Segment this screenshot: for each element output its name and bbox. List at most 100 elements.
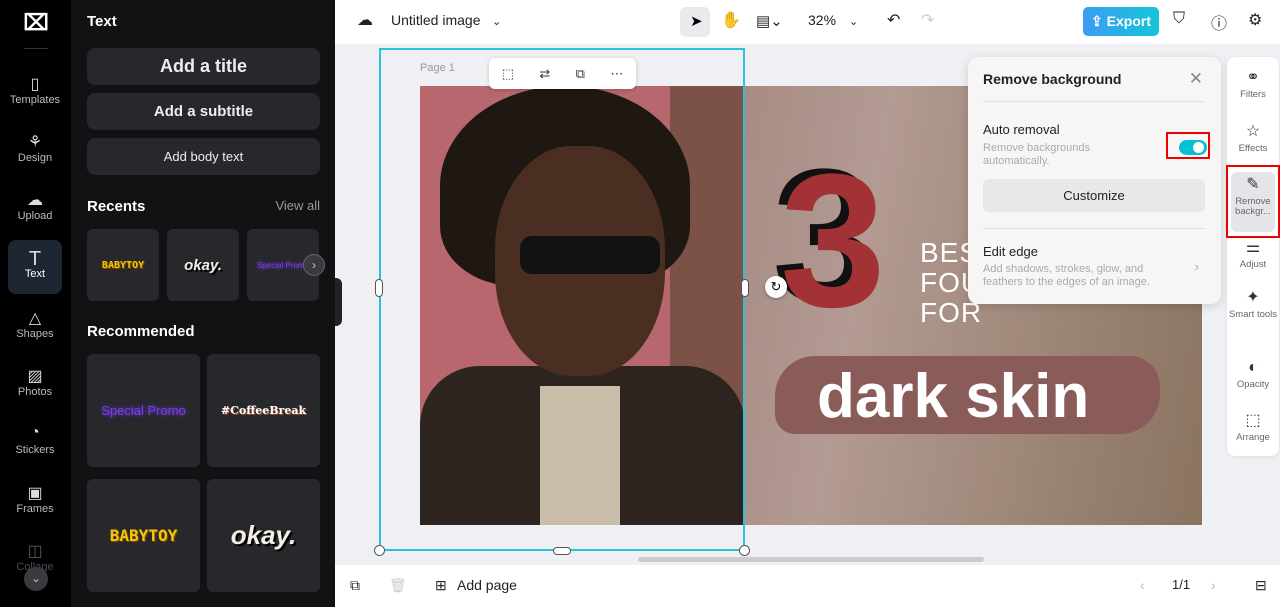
undo-icon[interactable]: ↶ [887, 10, 900, 30]
context-toolbar: ⬚ ⇄ ⧉ ⋯ [489, 58, 636, 89]
rail-item-design[interactable]: ⚘ Design [8, 124, 62, 178]
recommended-text-style[interactable]: Special Promo [87, 354, 200, 467]
panel-title: Text [87, 13, 117, 30]
expand-more-button[interactable]: ⌄ [24, 567, 48, 591]
redo-icon[interactable]: ↷ [921, 10, 934, 30]
horizontal-scrollbar[interactable] [638, 557, 984, 562]
style-preview: BABYTOY [109, 526, 178, 545]
tool-label: Opacity [1236, 379, 1270, 390]
tool-filters[interactable]: ⚭ Filters [1227, 69, 1279, 100]
templates-icon: ▯ [30, 76, 40, 93]
page-count: 1/1 [1172, 577, 1191, 592]
auto-removal-description: Remove backgrounds automatically. [983, 142, 1091, 167]
add-page-icon[interactable]: ⊞ [435, 577, 447, 594]
replace-icon[interactable]: ⇄ [539, 66, 550, 82]
add-page-button[interactable]: Add page [457, 577, 517, 593]
resize-handle[interactable] [375, 279, 383, 297]
rail-label: Upload [17, 210, 53, 222]
rail-item-stickers[interactable]: ◔ Stickers [8, 416, 62, 470]
document-title[interactable]: Untitled image [391, 12, 481, 28]
left-rail: ⌧ ▯ Templates ⚘ Design ☁ Upload T Text △ Shap… [0, 0, 71, 607]
settings-gear-icon[interactable]: ⚙ [1248, 10, 1262, 30]
rotate-handle-icon[interactable]: ↻ [765, 276, 787, 298]
export-button[interactable]: ⇪ Export [1083, 7, 1159, 36]
next-page-icon[interactable]: › [1211, 577, 1216, 593]
selection-box[interactable] [379, 48, 745, 551]
rail-item-frames[interactable]: ▣ Frames [8, 475, 62, 529]
edit-edge-description: Add shadows, strokes, glow, and feathers… [983, 263, 1150, 288]
style-preview: okay. [230, 520, 297, 550]
style-preview: Special Promo [257, 260, 310, 270]
view-all-link[interactable]: View all [275, 198, 320, 213]
shapes-icon: △ [28, 310, 42, 327]
style-preview: BABYTOY [101, 259, 145, 271]
select-tool-button[interactable]: ➤ [680, 7, 710, 37]
recent-text-style[interactable]: okay. [167, 229, 239, 301]
opacity-icon: ◐ [1248, 359, 1258, 376]
capcut-logo-icon[interactable]: ⌧ [22, 10, 50, 35]
resize-handle[interactable] [374, 545, 385, 556]
help-icon[interactable]: ⓘ [1211, 10, 1227, 34]
recommended-heading: Recommended [87, 323, 195, 340]
rail-item-upload[interactable]: ☁ Upload [8, 182, 62, 236]
design-headline[interactable]: dark skin [817, 361, 1089, 432]
zoom-level[interactable]: 32% [808, 12, 836, 28]
popup-title: Remove background [983, 71, 1122, 87]
shield-icon[interactable]: ⛉ [1173, 10, 1185, 28]
rail-item-shapes[interactable]: △ Shapes [8, 300, 62, 354]
rail-label: Stickers [15, 444, 55, 456]
remove-background-popup: Remove background ✕ Auto removal Remove … [968, 57, 1221, 304]
auto-removal-toggle[interactable] [1166, 132, 1210, 159]
rail-item-templates[interactable]: ▯ Templates [8, 66, 62, 120]
divider [983, 101, 1205, 102]
design-number[interactable]: 3 [780, 146, 886, 336]
tool-label: Arrange [1236, 432, 1270, 443]
pages-panel-icon[interactable]: ⊟ [1255, 577, 1267, 594]
previous-page-icon[interactable]: ‹ [1140, 577, 1145, 593]
tool-label: Smart tools [1228, 309, 1278, 320]
add-body-text-button[interactable]: Add body text [87, 138, 320, 175]
more-icon[interactable]: ⋯ [610, 66, 623, 82]
zoom-chevron-icon[interactable]: ⌄ [849, 15, 858, 28]
cloud-save-icon[interactable]: ☁ [357, 10, 373, 30]
tool-opacity[interactable]: ◐ Opacity [1227, 359, 1279, 390]
recents-next-button[interactable]: › [303, 254, 325, 276]
hand-tool-icon[interactable]: ✋ [721, 10, 741, 30]
add-title-button[interactable]: Add a title [87, 48, 320, 85]
rail-label: Templates [9, 94, 61, 106]
tool-smart-tools[interactable]: ✦ Smart tools [1227, 289, 1279, 320]
style-preview: #CoffeeBreak [220, 404, 307, 417]
recommended-text-style[interactable]: BABYTOY [87, 479, 200, 592]
rail-item-text[interactable]: T Text [8, 240, 62, 294]
resize-handle[interactable] [741, 279, 749, 297]
chevron-right-icon[interactable]: › [1195, 259, 1199, 274]
recents-heading: Recents [87, 198, 146, 215]
recent-text-style[interactable]: BABYTOY [87, 229, 159, 301]
highlight-box [1226, 165, 1280, 238]
adjust-icon: ⚌ [1245, 239, 1261, 256]
duplicate-page-icon[interactable]: ⧉ [350, 577, 360, 594]
select-area-icon[interactable]: ⬚ [502, 66, 514, 82]
rail-item-photos[interactable]: ▨ Photos [8, 358, 62, 412]
add-subtitle-button[interactable]: Add a subtitle [87, 93, 320, 130]
resize-handle[interactable] [553, 547, 571, 555]
recommended-text-style[interactable]: okay. [207, 479, 320, 592]
close-icon[interactable]: ✕ [1189, 69, 1203, 89]
chevron-down-icon[interactable]: ⌄ [492, 15, 501, 28]
tool-effects[interactable]: ☆ Effects [1227, 123, 1279, 154]
layout-icon[interactable]: ▤⌄ [756, 12, 783, 30]
edit-edge-label[interactable]: Edit edge [983, 244, 1038, 259]
tool-arrange[interactable]: ⬚ Arrange [1227, 412, 1279, 443]
tool-label: Filters [1240, 89, 1266, 100]
toggle-knob [1193, 142, 1204, 153]
customize-button[interactable]: Customize [983, 179, 1205, 212]
photos-icon: ▨ [27, 368, 43, 385]
duplicate-icon[interactable]: ⧉ [576, 66, 585, 82]
pointer-icon: ➤ [690, 13, 703, 30]
resize-handle[interactable] [739, 545, 750, 556]
collapse-panel-handle[interactable] [335, 278, 342, 326]
tool-adjust[interactable]: ⚌ Adjust [1227, 239, 1279, 270]
recommended-text-style[interactable]: #CoffeeBreak [207, 354, 320, 467]
arrange-icon: ⬚ [1245, 412, 1261, 429]
delete-page-icon[interactable]: 🗑 [389, 577, 407, 594]
